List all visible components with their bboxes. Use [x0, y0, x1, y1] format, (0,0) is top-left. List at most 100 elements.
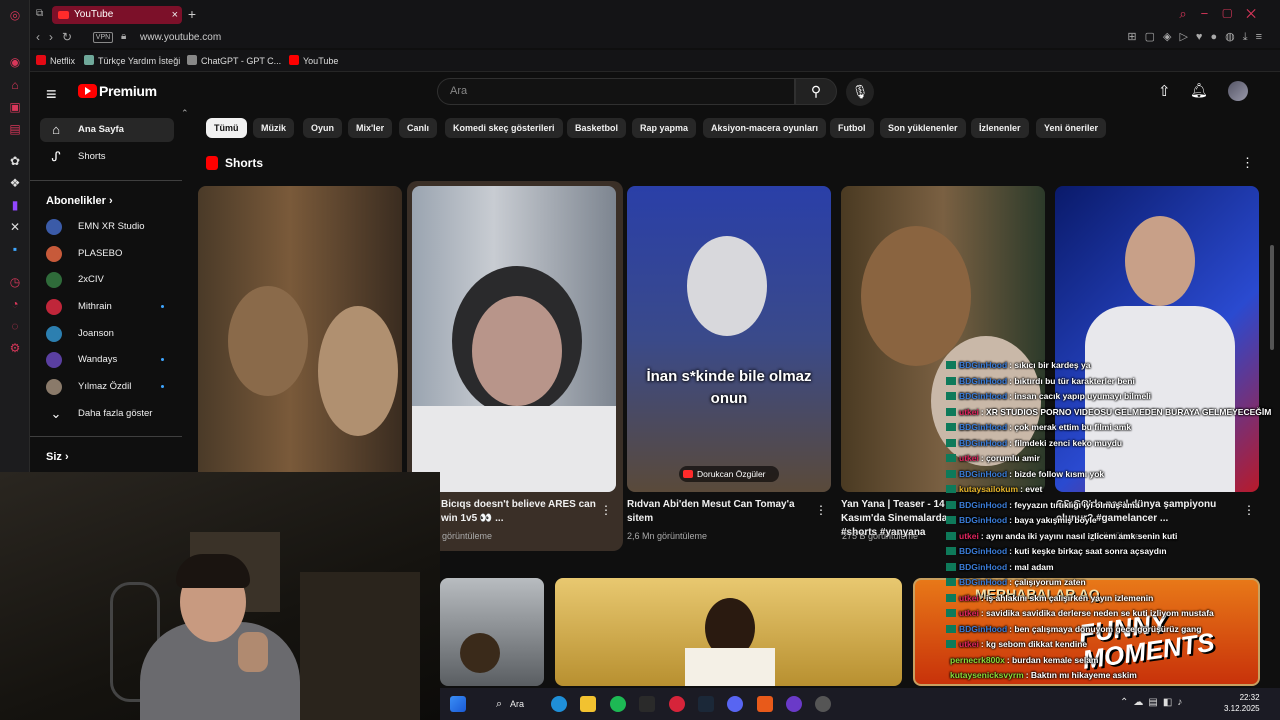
- sidebar-app-icon[interactable]: ❖: [8, 176, 22, 190]
- bookmark-turkce[interactable]: Türkçe Yardım İsteği: [84, 55, 180, 66]
- sidebar-app-icon[interactable]: ▪: [8, 242, 22, 256]
- chip[interactable]: Oyun: [303, 118, 343, 138]
- opera-icon[interactable]: ◎: [8, 8, 22, 22]
- short-title[interactable]: Bicıqs doesn't believe ARES can win 1v5 …: [441, 498, 611, 526]
- chat-message: BDGinHood: bıktırdı bu tür karakterler b…: [946, 376, 1135, 387]
- more-options-icon[interactable]: ⋮: [815, 503, 827, 517]
- discord-icon[interactable]: [727, 696, 743, 712]
- sidebar-app-icon[interactable]: ◉: [8, 55, 22, 69]
- sidebar-app-icon[interactable]: ◷: [8, 275, 22, 289]
- tab-youtube[interactable]: YouTube ×: [52, 6, 182, 24]
- chip[interactable]: Futbol: [830, 118, 874, 138]
- window-controls[interactable]: ⌕−▢✕: [1179, 6, 1270, 22]
- youtube-logo-icon[interactable]: [78, 84, 97, 98]
- chat-username: BDGinHood: [959, 422, 1008, 432]
- video-thumbnail[interactable]: [555, 578, 902, 686]
- short-thumbnail[interactable]: [412, 186, 616, 492]
- app-icon[interactable]: [815, 696, 831, 712]
- more-options-icon[interactable]: ⋮: [1241, 155, 1254, 171]
- tab-switch-icon[interactable]: ⧉: [36, 8, 43, 19]
- chip[interactable]: Mix'ler: [348, 118, 393, 138]
- upload-icon[interactable]: ⇧: [1158, 82, 1171, 100]
- you-heading[interactable]: Siz ›: [46, 451, 69, 463]
- sidebar-item-channel[interactable]: PLASEBO: [40, 242, 174, 266]
- windows-start-icon[interactable]: [450, 696, 466, 712]
- short-views: görüntüleme: [442, 531, 493, 541]
- chip[interactable]: Aksiyon-macera oyunları: [703, 118, 827, 138]
- system-tray[interactable]: ⌃☁▤◧♪: [1120, 697, 1187, 708]
- twitch-icon[interactable]: ▮: [8, 198, 22, 212]
- more-options-icon[interactable]: ⋮: [1243, 503, 1255, 517]
- chip[interactable]: Müzik: [253, 118, 295, 138]
- x-icon[interactable]: ✕: [8, 220, 22, 234]
- chat-text: kuti keşke birkaç saat sonra açsaydın: [1014, 546, 1167, 556]
- opera-icon[interactable]: [669, 696, 685, 712]
- chat-text: iş ahlakını skm çalışırken yayın izlemen…: [986, 592, 1154, 603]
- chip[interactable]: Basketbol: [567, 118, 627, 138]
- bookmark-netflix[interactable]: Netflix: [36, 55, 75, 66]
- lock-icon[interactable]: 🔒︎: [121, 31, 126, 42]
- steam-icon[interactable]: [698, 696, 714, 712]
- youtube-icon: [58, 11, 69, 19]
- chip[interactable]: Canlı: [399, 118, 438, 138]
- subscriptions-heading[interactable]: Abonelikler ›: [46, 195, 113, 207]
- new-tab-button[interactable]: +: [184, 6, 200, 22]
- settings-icon[interactable]: ⚙: [8, 341, 22, 355]
- chat-message: BDGinHood: kuti keşke birkaç saat sonra …: [946, 546, 1167, 557]
- chatgpt-icon[interactable]: ✿: [8, 154, 22, 168]
- voice-search-button[interactable]: 🎙︎: [846, 78, 874, 106]
- sidebar-item-channel[interactable]: Joanson: [40, 322, 174, 346]
- video-thumbnail[interactable]: [440, 578, 544, 686]
- epic-games-icon[interactable]: [639, 696, 655, 712]
- search-input[interactable]: Ara: [437, 78, 795, 105]
- navigation-buttons[interactable]: ‹›↻: [36, 30, 81, 44]
- taskbar-search[interactable]: Ara: [488, 694, 538, 714]
- short-thumbnail[interactable]: [198, 186, 402, 492]
- sidebar-item-channel[interactable]: EMN XR Studio: [40, 215, 174, 239]
- chip[interactable]: Son yüklenenler: [880, 118, 966, 138]
- sidebar-item-channel[interactable]: Yılmaz Özdil: [40, 375, 174, 399]
- sidebar-item-channel[interactable]: Wandays: [40, 348, 174, 372]
- sidebar-app-icon[interactable]: ▣: [8, 100, 22, 114]
- short-title[interactable]: Rıdvan Abi'den Mesut Can Tomay'a sitem: [627, 498, 797, 526]
- taskbar-clock[interactable]: 22:32 3.12.2025: [1224, 692, 1260, 714]
- file-explorer-icon[interactable]: [580, 696, 596, 712]
- page-scrollbar[interactable]: [1270, 245, 1274, 350]
- chip[interactable]: Yeni öneriler: [1036, 118, 1107, 138]
- bookmark-youtube[interactable]: YouTube: [289, 55, 338, 66]
- app-icon[interactable]: [757, 696, 773, 712]
- chip[interactable]: İzlenenler: [971, 118, 1029, 138]
- hamburger-menu-icon[interactable]: ≡: [46, 84, 57, 105]
- more-options-icon[interactable]: ⋮: [600, 503, 612, 517]
- sidebar-item-shorts[interactable]: ᔑ Shorts: [40, 145, 174, 169]
- sidebar-app-icon[interactable]: ⌂: [8, 78, 22, 92]
- sidebar-item-channel[interactable]: Mithrain: [40, 295, 174, 319]
- youtube-logo[interactable]: Premium: [99, 83, 157, 99]
- vpn-badge[interactable]: VPN: [93, 32, 113, 43]
- chip[interactable]: Rap yapma: [632, 118, 697, 138]
- chevron-up-icon[interactable]: ⌃: [181, 108, 189, 119]
- chat-message: utkei: kg sebom dikkat kendine: [946, 639, 1087, 650]
- chip-all[interactable]: Tümü: [206, 118, 247, 138]
- thumbnail-figure: [861, 226, 971, 366]
- extension-icons[interactable]: ⊞▢◈▷♥●◍⤓≡: [1127, 30, 1270, 44]
- history-icon[interactable]: ◔: [8, 297, 22, 311]
- chatgpt-icon: [187, 55, 197, 65]
- show-more-button[interactable]: ⌄ Daha fazla göster: [40, 402, 174, 426]
- sidebar-app-icon[interactable]: ▤: [8, 122, 22, 136]
- sidebar-item-home[interactable]: ⌂ Ana Sayfa: [40, 118, 174, 142]
- url-field[interactable]: www.youtube.com: [140, 32, 221, 43]
- notifications-bell-icon[interactable]: 🔔︎: [1190, 82, 1208, 99]
- spotify-icon[interactable]: [610, 696, 626, 712]
- bookmark-chatgpt[interactable]: ChatGPT - GPT C...: [187, 55, 281, 66]
- avatar[interactable]: [1228, 81, 1248, 101]
- edge-icon[interactable]: [551, 696, 567, 712]
- search-button[interactable]: ⚲: [795, 78, 837, 105]
- chip[interactable]: Komedi skeç gösterileri: [445, 118, 563, 138]
- close-icon[interactable]: ×: [172, 6, 178, 24]
- app-icon[interactable]: [786, 696, 802, 712]
- sidebar-app-icon[interactable]: ◌: [8, 319, 22, 333]
- short-thumbnail[interactable]: İnan s*kinde bile olmaz onun Dorukcan Öz…: [627, 186, 831, 492]
- short-caption: İnan s*kinde bile olmaz onun: [646, 368, 812, 407]
- sidebar-item-channel[interactable]: 2xCIV: [40, 268, 174, 292]
